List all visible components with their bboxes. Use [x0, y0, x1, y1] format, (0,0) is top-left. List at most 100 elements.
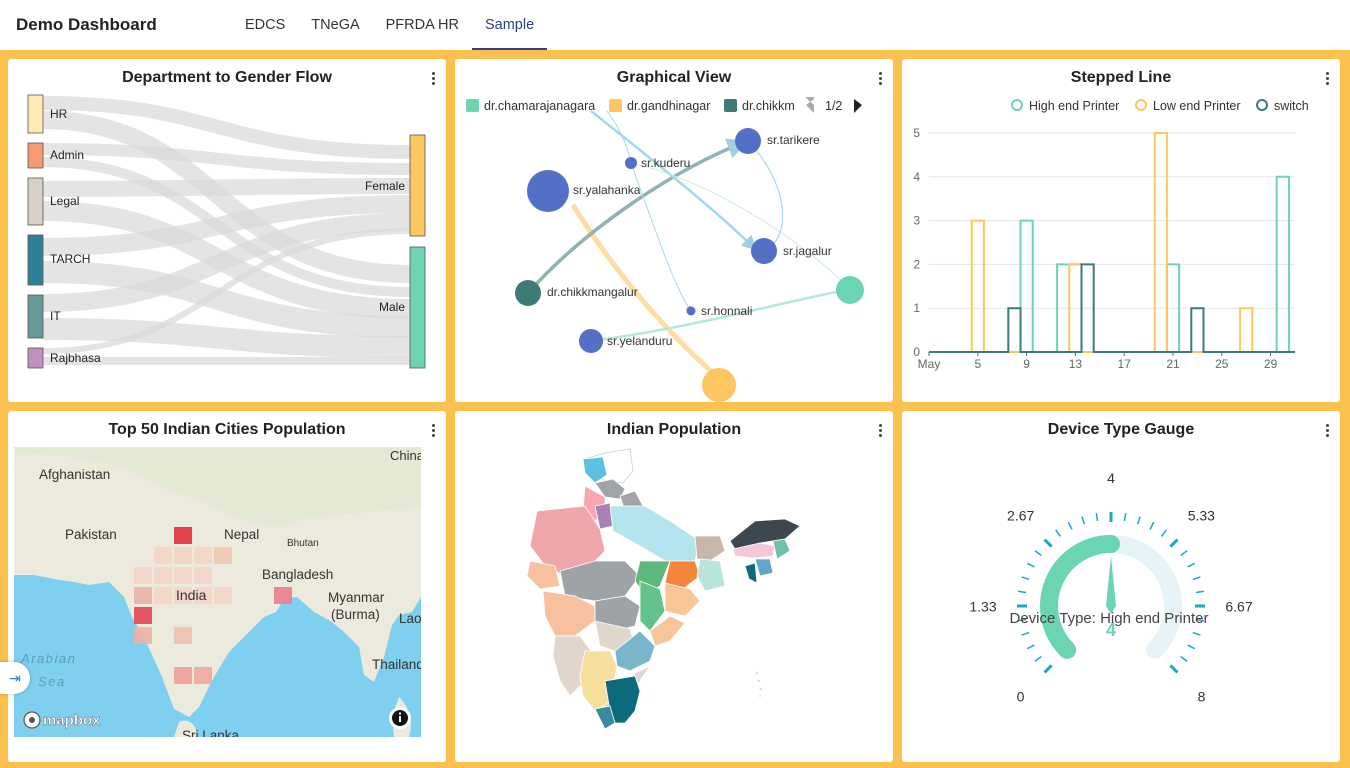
- map-label-lao: Lao: [399, 611, 421, 626]
- city-cell[interactable]: [174, 667, 192, 684]
- graph-legend-label-2[interactable]: dr.chikkm: [742, 99, 795, 113]
- stepped-ytick: 1: [913, 301, 920, 315]
- sankey-node-admin[interactable]: [27, 142, 44, 169]
- graph-node-tarikere[interactable]: [735, 128, 761, 154]
- graph-node-label-honnali: sr.honnali: [701, 304, 752, 318]
- mapbox-attribution: mapbox: [43, 712, 101, 729]
- gauge-tick-label: 6.67: [1225, 598, 1252, 614]
- stepped-legend-marker-1[interactable]: [1135, 99, 1147, 111]
- sankey-chart: HR Admin Legal TARCH IT Rajbhasa Female …: [27, 94, 426, 369]
- graph-node-label-tarikere: sr.tarikere: [767, 133, 820, 147]
- stepped-legend-marker-2[interactable]: [1256, 99, 1268, 111]
- city-cell[interactable]: [154, 567, 172, 584]
- population-card: Indian Population: [455, 411, 893, 762]
- tab-pfrda-hr[interactable]: PFRDA HR: [373, 0, 472, 50]
- stepped-legend-marker-0[interactable]: [1011, 99, 1023, 111]
- city-cell[interactable]: [194, 667, 212, 684]
- gauge-tick: [1026, 562, 1035, 568]
- map-label-arabian: Arabian: [20, 651, 76, 666]
- graph-legend-swatch-0[interactable]: [466, 99, 479, 112]
- stepped-legend-label-2[interactable]: switch: [1274, 99, 1309, 113]
- graph-legend-next-icon[interactable]: [854, 99, 862, 113]
- city-cell[interactable]: [274, 587, 292, 604]
- sankey-node-hr[interactable]: [27, 94, 44, 134]
- cities-title: Top 50 Indian Cities Population: [108, 421, 346, 438]
- graph-legend-prev-icon[interactable]: [805, 97, 814, 113]
- sankey-label-female: Female: [365, 179, 405, 193]
- map-label-sea: Sea: [38, 674, 66, 689]
- tab-edcs[interactable]: EDCS: [232, 0, 298, 50]
- info-icon[interactable]: [389, 707, 411, 729]
- graph-node-yelanduru[interactable]: [579, 329, 603, 353]
- city-cell[interactable]: [134, 567, 152, 584]
- city-cell[interactable]: [174, 547, 192, 564]
- top-bar: Demo Dashboard EDCS TNeGA PFRDA HR Sampl…: [0, 0, 1350, 50]
- city-cell[interactable]: [174, 527, 192, 544]
- gauge-tick-label: 8: [1198, 689, 1206, 705]
- graph-node-honnali[interactable]: [686, 306, 696, 316]
- sankey-node-tarch[interactable]: [27, 234, 44, 286]
- gauge-tick-label: 1.33: [969, 598, 996, 614]
- india-choropleth[interactable]: [455, 411, 893, 762]
- city-cell[interactable]: [174, 567, 192, 584]
- gauge-tick: [1169, 664, 1179, 674]
- city-cell[interactable]: [174, 627, 192, 644]
- stepped-xtick: 17: [1118, 357, 1132, 371]
- gauge-tick: [1095, 513, 1099, 522]
- gauge-tick: [1067, 521, 1073, 530]
- graph-node-label-yelanduru: sr.yelanduru: [607, 334, 672, 348]
- city-cell[interactable]: [134, 587, 152, 604]
- mapbox-logo[interactable]: mapbox: [23, 711, 101, 729]
- gauge-tick: [1043, 538, 1053, 548]
- sankey-label-rajbhasa: Rajbhasa: [50, 351, 101, 365]
- stepped-xtick: 21: [1166, 357, 1180, 371]
- gauge-tick-label: 4: [1107, 470, 1115, 486]
- city-cell[interactable]: [134, 607, 152, 624]
- gauge-tick: [1055, 529, 1062, 537]
- cities-map[interactable]: China Afghanistan Pakistan Nepal Bhutan …: [14, 447, 421, 737]
- city-cell[interactable]: [214, 547, 232, 564]
- city-cell[interactable]: [214, 587, 232, 604]
- graph-legend-label-0[interactable]: dr.chamarajanagara: [484, 99, 595, 113]
- sankey-node-rajbhasa[interactable]: [27, 347, 44, 369]
- stepped-xtick: May: [918, 357, 941, 371]
- gauge-tick: [1021, 631, 1030, 636]
- map-label-myanmar: Myanmar: [328, 590, 385, 605]
- cities-menu-icon[interactable]: [426, 421, 440, 439]
- graph-node-kuderu[interactable]: [625, 157, 637, 169]
- city-cell[interactable]: [194, 547, 212, 564]
- app-title: Demo Dashboard: [16, 15, 157, 34]
- graph-legend-swatch-2[interactable]: [724, 99, 737, 112]
- stepped-legend-label-1[interactable]: Low end Printer: [1153, 99, 1241, 113]
- graph-node-chikkmangalur[interactable]: [515, 280, 541, 306]
- city-cell[interactable]: [154, 547, 172, 564]
- gauge-tick: [1021, 576, 1030, 581]
- stepped-series-1[interactable]: [929, 132, 1295, 353]
- graph-node-jagalur[interactable]: [751, 238, 777, 264]
- gauge-pointer: [1106, 556, 1116, 614]
- gauge-tick-label: 2.67: [1007, 507, 1034, 523]
- stepped-legend-label-0[interactable]: High end Printer: [1029, 99, 1119, 113]
- tab-tnega[interactable]: TNeGA: [298, 0, 372, 50]
- graph-node-gandhinagar[interactable]: [702, 368, 736, 402]
- graph-legend-label-1[interactable]: dr.gandhinagar: [627, 99, 710, 113]
- gauge-tick-label: 0: [1017, 689, 1025, 705]
- graph-legend-swatch-1[interactable]: [609, 99, 622, 112]
- graph-node-yalahanka[interactable]: [527, 170, 569, 212]
- gauge-tick-label: 5.33: [1188, 507, 1215, 523]
- sankey-node-male[interactable]: [409, 246, 426, 369]
- gauge-tick: [1081, 516, 1086, 525]
- sankey-node-legal[interactable]: [27, 177, 44, 226]
- nav-tabs: EDCS TNeGA PFRDA HR Sample: [232, 0, 548, 50]
- sankey-label-male: Male: [379, 300, 405, 314]
- sankey-node-it[interactable]: [27, 294, 44, 339]
- graph-node-chamarajanagara[interactable]: [836, 276, 864, 304]
- stepped-chart: High end Printer Low end Printer switch 01…: [913, 99, 1309, 371]
- stepped-ytick: 2: [913, 257, 920, 271]
- city-cell[interactable]: [154, 587, 172, 604]
- sankey-node-female[interactable]: [409, 134, 426, 237]
- tab-sample[interactable]: Sample: [471, 0, 548, 50]
- city-cell[interactable]: [134, 627, 152, 644]
- graph-node-label-yalahanka: sr.yalahanka: [573, 183, 641, 197]
- city-cell[interactable]: [194, 567, 212, 584]
